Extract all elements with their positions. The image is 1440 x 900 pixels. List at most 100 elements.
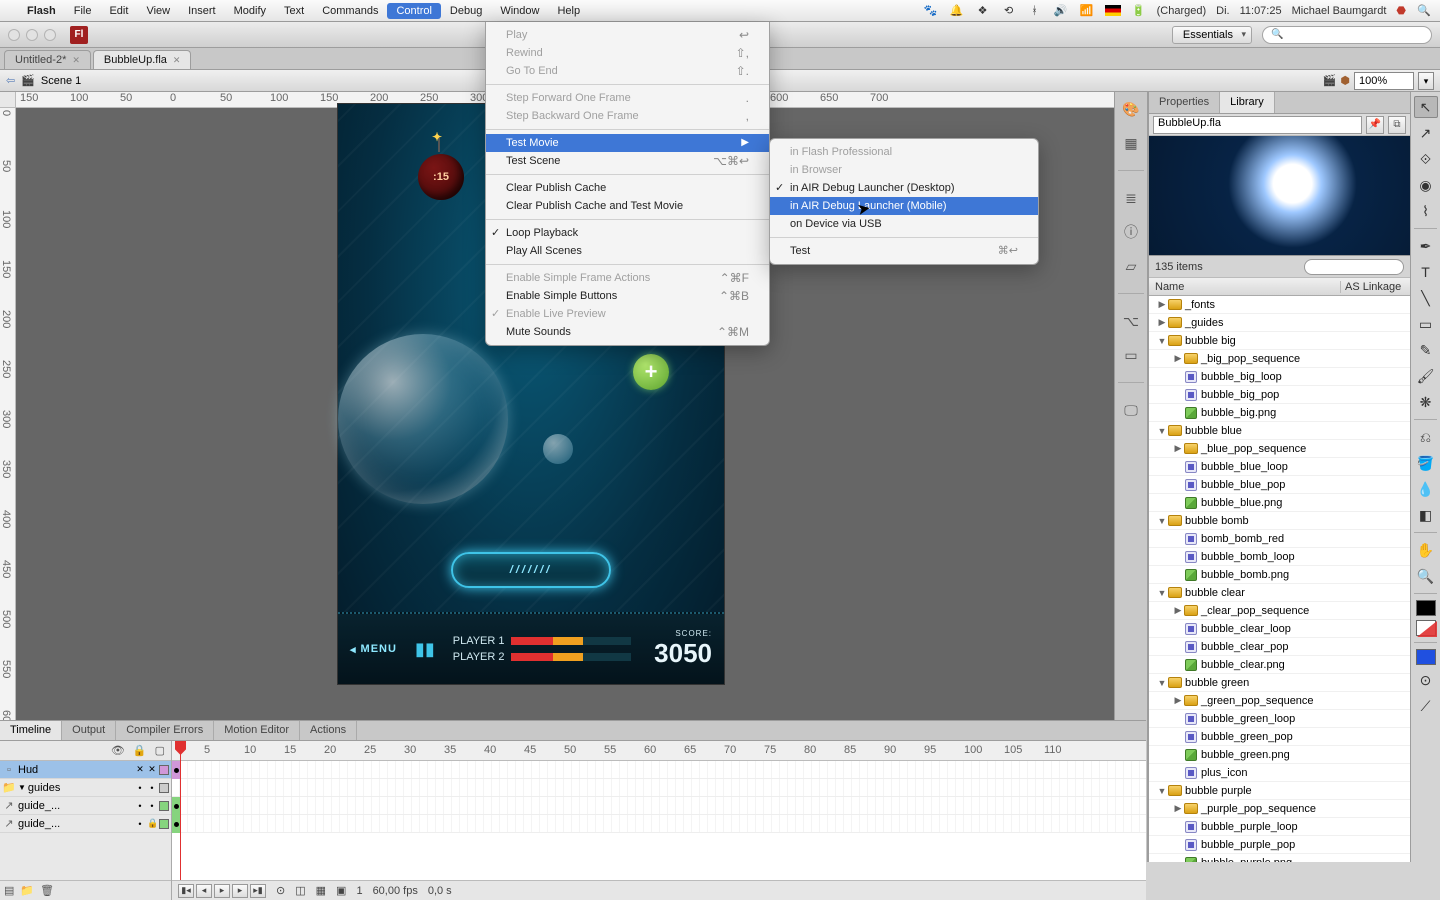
lib-item-bubble-clear-png[interactable]: bubble_clear.png (1149, 656, 1410, 674)
layer-guide----[interactable]: ↗guide_...•🔒 (0, 815, 171, 833)
layer-visible-toggle[interactable]: • (135, 819, 145, 829)
edit-symbols-icon[interactable]: ⬢ (1340, 74, 1350, 87)
library-tree[interactable]: ▶_fonts▶_guides▼bubble big▶_big_pop_sequ… (1149, 296, 1410, 862)
disclosure-triangle[interactable]: ▶ (1173, 443, 1183, 454)
tool-brush[interactable]: 🖌 (1414, 365, 1438, 387)
strip-info-icon[interactable]: ⓘ (1120, 221, 1142, 243)
disclosure-triangle[interactable]: ▶ (1173, 605, 1183, 616)
stage-bomb[interactable]: :15 (418, 154, 464, 200)
lib-item-bubble-purple-pop[interactable]: bubble_purple_pop (1149, 836, 1410, 854)
lib-item-bubble-green-loop[interactable]: bubble_green_loop (1149, 710, 1410, 728)
lib-item-bomb-bomb-red[interactable]: bomb_bomb_red (1149, 530, 1410, 548)
doc-tab-untitled-2-[interactable]: Untitled-2*✕ (4, 50, 91, 69)
menubar-icon-spotlight[interactable]: 🔍 (1416, 4, 1432, 17)
delete-layer-button[interactable]: 🗑 (40, 884, 54, 897)
lib-item-bubble-bomb-loop[interactable]: bubble_bomb_loop (1149, 548, 1410, 566)
window-zoom[interactable] (44, 29, 56, 41)
stage-powerbar[interactable]: /////// (451, 552, 611, 588)
library-doc-selector[interactable]: BubbleUp.fla (1153, 116, 1362, 134)
stage-plus-icon[interactable]: + (633, 354, 669, 390)
disclosure-triangle[interactable]: ▶ (1173, 803, 1183, 814)
layer-guide----[interactable]: ↗guide_...•• (0, 797, 171, 815)
menubar-user[interactable]: Michael Baumgardt (1292, 5, 1387, 17)
tool-rectangle[interactable]: ▭ (1414, 313, 1438, 335)
tl-prev-frame[interactable]: ◂ (196, 884, 212, 898)
menuitem-loop-playback[interactable]: ✓Loop Playback (486, 224, 769, 242)
lib-item--guides[interactable]: ▶_guides (1149, 314, 1410, 332)
lib-item-bubble-blue-loop[interactable]: bubble_blue_loop (1149, 458, 1410, 476)
layer-guides[interactable]: 📁▼guides•• (0, 779, 171, 797)
layer-outline-toggle[interactable] (159, 765, 169, 775)
layer-outline-toggle[interactable] (159, 819, 169, 829)
panel-tab-properties[interactable]: Properties (1149, 92, 1220, 113)
hud-menu-button[interactable]: ◂ MENU (350, 643, 397, 656)
tool-subselection[interactable]: ↗ (1414, 122, 1438, 144)
tool-eraser[interactable]: ◧ (1414, 504, 1438, 526)
menubar-icon-bell[interactable]: 🔔 (949, 4, 965, 17)
disclosure-triangle[interactable]: ▼ (1157, 786, 1167, 796)
tool-zoom[interactable]: 🔍 (1414, 565, 1438, 587)
panel-tab-library[interactable]: Library (1220, 92, 1275, 113)
stroke-swatch[interactable] (1416, 600, 1436, 616)
playhead[interactable] (180, 741, 181, 900)
library-search[interactable] (1304, 259, 1404, 275)
tool-paint-bucket[interactable]: 🪣 (1414, 452, 1438, 474)
lib-item--big-pop-sequence[interactable]: ▶_big_pop_sequence (1149, 350, 1410, 368)
lib-item-bubble-blue[interactable]: ▼bubble blue (1149, 422, 1410, 440)
lib-item-bubble-big[interactable]: ▼bubble big (1149, 332, 1410, 350)
lib-item-bubble-green-png[interactable]: bubble_green.png (1149, 746, 1410, 764)
tool-bone[interactable]: ⎌ (1414, 426, 1438, 448)
lib-item--green-pop-sequence[interactable]: ▶_green_pop_sequence (1149, 692, 1410, 710)
disclosure-triangle[interactable]: ▶ (1173, 695, 1183, 706)
menubar-icon-sync[interactable]: ❖ (975, 4, 991, 17)
tl-onion-icon[interactable]: ⊙ (276, 884, 285, 897)
menubar-icon-keyboard-de[interactable] (1105, 5, 1121, 16)
lib-item--clear-pop-sequence[interactable]: ▶_clear_pop_sequence (1149, 602, 1410, 620)
menu-app[interactable]: Flash (18, 3, 65, 19)
back-arrow-icon[interactable]: ⇦ (6, 74, 15, 87)
disclosure-triangle[interactable]: ▼ (1157, 678, 1167, 688)
library-pin-icon[interactable]: 📌 (1366, 116, 1384, 134)
bottom-tab-motion-editor[interactable]: Motion Editor (214, 721, 300, 740)
strip-components-icon[interactable]: ▭ (1120, 344, 1142, 366)
tl-next-frame[interactable]: ▸ (232, 884, 248, 898)
layer-lock-toggle[interactable]: 🔒 (147, 818, 157, 829)
keyframe[interactable] (172, 761, 180, 779)
library-col-name[interactable]: Name (1149, 281, 1340, 293)
menubar-icon-shield[interactable]: ⬣ (1396, 4, 1406, 17)
menubar-icon-battery[interactable]: 🔋 (1131, 4, 1147, 17)
lib-item-bubble-bomb-png[interactable]: bubble_bomb.png (1149, 566, 1410, 584)
doc-tab-bubbleup-fla[interactable]: BubbleUp.fla✕ (93, 50, 192, 69)
keyframe[interactable] (172, 815, 180, 833)
disclosure-triangle[interactable]: ▼ (1157, 516, 1167, 526)
lib-item-bubble-clear[interactable]: ▼bubble clear (1149, 584, 1410, 602)
layer-outline-icon[interactable]: ▢ (155, 744, 165, 757)
close-tab-icon[interactable]: ✕ (72, 55, 80, 66)
lib-item-bubble-clear-loop[interactable]: bubble_clear_loop (1149, 620, 1410, 638)
tl-first-frame[interactable]: ▮◂ (178, 884, 194, 898)
submenuitem-test[interactable]: Test⌘↩ (770, 242, 1038, 260)
lib-item--blue-pop-sequence[interactable]: ▶_blue_pop_sequence (1149, 440, 1410, 458)
menuitem-mute-sounds[interactable]: Mute Sounds⌃⌘M (486, 323, 769, 341)
lib-item-bubble-green[interactable]: ▼bubble green (1149, 674, 1410, 692)
tool-text[interactable]: T (1414, 261, 1438, 283)
strip-project-icon[interactable]: 🖵 (1120, 399, 1142, 421)
disclosure-triangle[interactable]: ▼ (1157, 336, 1167, 346)
strip-code-icon[interactable]: ⌥ (1120, 310, 1142, 332)
strip-swatches-icon[interactable]: ▦ (1120, 132, 1142, 154)
stage-small-bubble[interactable] (543, 434, 573, 464)
window-minimize[interactable] (26, 29, 38, 41)
bottom-tab-compiler-errors[interactable]: Compiler Errors (116, 721, 214, 740)
lib-item-bubble-clear-pop[interactable]: bubble_clear_pop (1149, 638, 1410, 656)
menuitem-test-scene[interactable]: Test Scene⌥⌘↩ (486, 152, 769, 170)
library-new-icon[interactable]: ⧉ (1388, 116, 1406, 134)
layer-lock-toggle[interactable]: • (147, 783, 157, 793)
tool-hand[interactable]: ✋ (1414, 539, 1438, 561)
menubar-time[interactable]: 11:07:25 (1240, 5, 1282, 17)
layer-lock-icon[interactable]: 🔒 (133, 744, 147, 757)
menu-modify[interactable]: Modify (225, 3, 275, 19)
strip-align-icon[interactable]: ≣ (1120, 187, 1142, 209)
hud-pause-button[interactable]: ▮▮ (415, 639, 435, 660)
tl-play[interactable]: ▸ (214, 884, 230, 898)
strip-color-icon[interactable]: 🎨 (1120, 98, 1142, 120)
